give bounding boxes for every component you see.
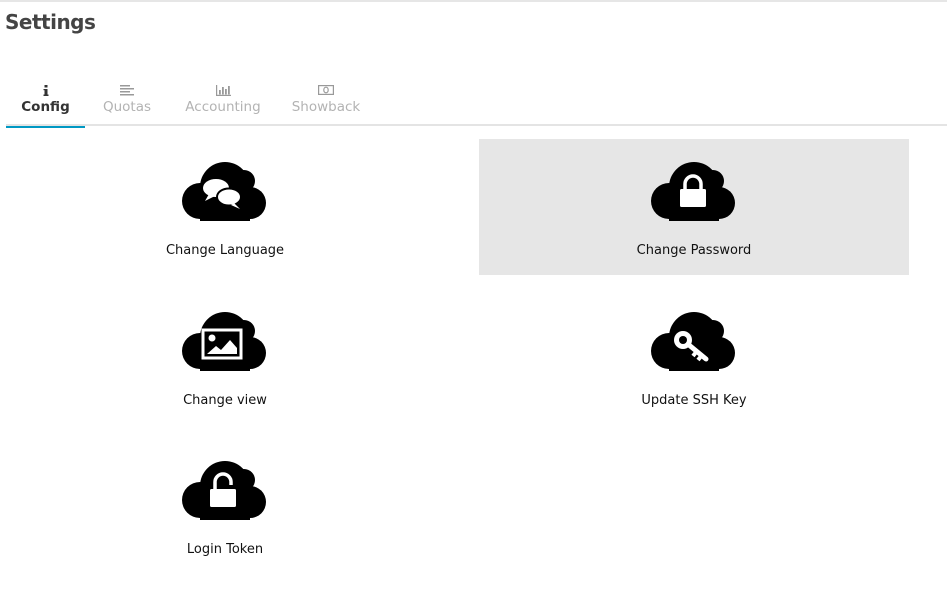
change-view-tile[interactable]: Change view	[10, 289, 440, 425]
tab-config[interactable]: Config	[6, 78, 85, 128]
settings-tabs: Config Quotas Accounting Showback	[6, 78, 947, 128]
tab-showback[interactable]: Showback	[291, 78, 361, 126]
top-border	[0, 0, 947, 2]
tile-label: Login Token	[186, 542, 264, 557]
tab-label: Accounting	[185, 99, 261, 115]
tab-quotas[interactable]: Quotas	[96, 78, 158, 126]
tab-label: Config	[21, 99, 70, 115]
money-icon	[318, 83, 334, 97]
tile-label: Change Language	[165, 243, 285, 258]
unlock-icon	[182, 461, 266, 520]
update-ssh-key-tile[interactable]: Update SSH Key	[479, 289, 909, 425]
tile-label: Update SSH Key	[641, 393, 747, 408]
lock-icon	[651, 162, 735, 221]
tab-label: Quotas	[102, 99, 152, 115]
change-language-tile[interactable]: Change Language	[10, 139, 440, 275]
speech-bubbles-icon	[182, 162, 266, 221]
tab-accounting[interactable]: Accounting	[182, 78, 264, 126]
picture-icon	[182, 312, 266, 371]
info-icon	[43, 83, 49, 97]
tab-label: Showback	[291, 99, 361, 115]
login-token-tile[interactable]: Login Token	[10, 438, 440, 574]
tile-label: Change Password	[636, 243, 752, 258]
align-left-icon	[120, 83, 134, 97]
key-icon	[651, 312, 735, 371]
change-password-tile[interactable]: Change Password	[479, 139, 909, 275]
bar-chart-icon	[215, 83, 231, 97]
page-title: Settings	[5, 10, 96, 34]
tile-label: Change view	[183, 393, 267, 408]
